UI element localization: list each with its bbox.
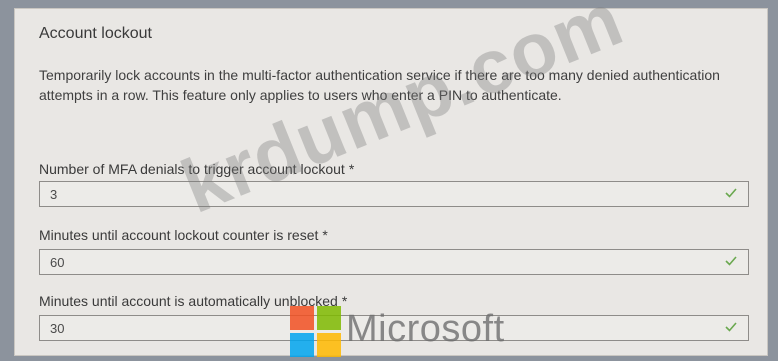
field-label-text: Number of MFA denials to trigger account… <box>39 161 345 177</box>
field-value: 30 <box>50 321 65 336</box>
logo-square-blue <box>290 333 314 357</box>
field-value: 60 <box>50 255 65 270</box>
mfa-denials-input[interactable]: 3 <box>39 181 749 207</box>
microsoft-logo-icon <box>290 306 342 358</box>
field-label-text: Minutes until account lockout counter is… <box>39 227 319 243</box>
field-label-counter-reset: Minutes until account lockout counter is… <box>39 227 328 243</box>
check-icon <box>725 256 737 266</box>
check-icon <box>725 188 737 198</box>
logo-square-green <box>317 306 341 330</box>
field-label-mfa-denials: Number of MFA denials to trigger account… <box>39 161 354 177</box>
required-asterisk: * <box>322 227 328 243</box>
screenshot-frame: Account lockout Temporarily lock account… <box>0 0 778 361</box>
required-asterisk: * <box>341 293 348 309</box>
counter-reset-input[interactable]: 60 <box>39 249 749 275</box>
section-title: Account lockout <box>39 25 152 42</box>
required-asterisk: * <box>348 161 355 177</box>
microsoft-wordmark: Microsoft <box>346 308 505 350</box>
check-icon <box>725 322 737 332</box>
account-lockout-panel: Account lockout Temporarily lock account… <box>14 8 768 356</box>
logo-square-red <box>290 306 314 330</box>
field-value: 3 <box>50 187 58 202</box>
logo-square-yellow <box>317 333 341 357</box>
section-description: Temporarily lock accounts in the multi-f… <box>39 67 720 103</box>
